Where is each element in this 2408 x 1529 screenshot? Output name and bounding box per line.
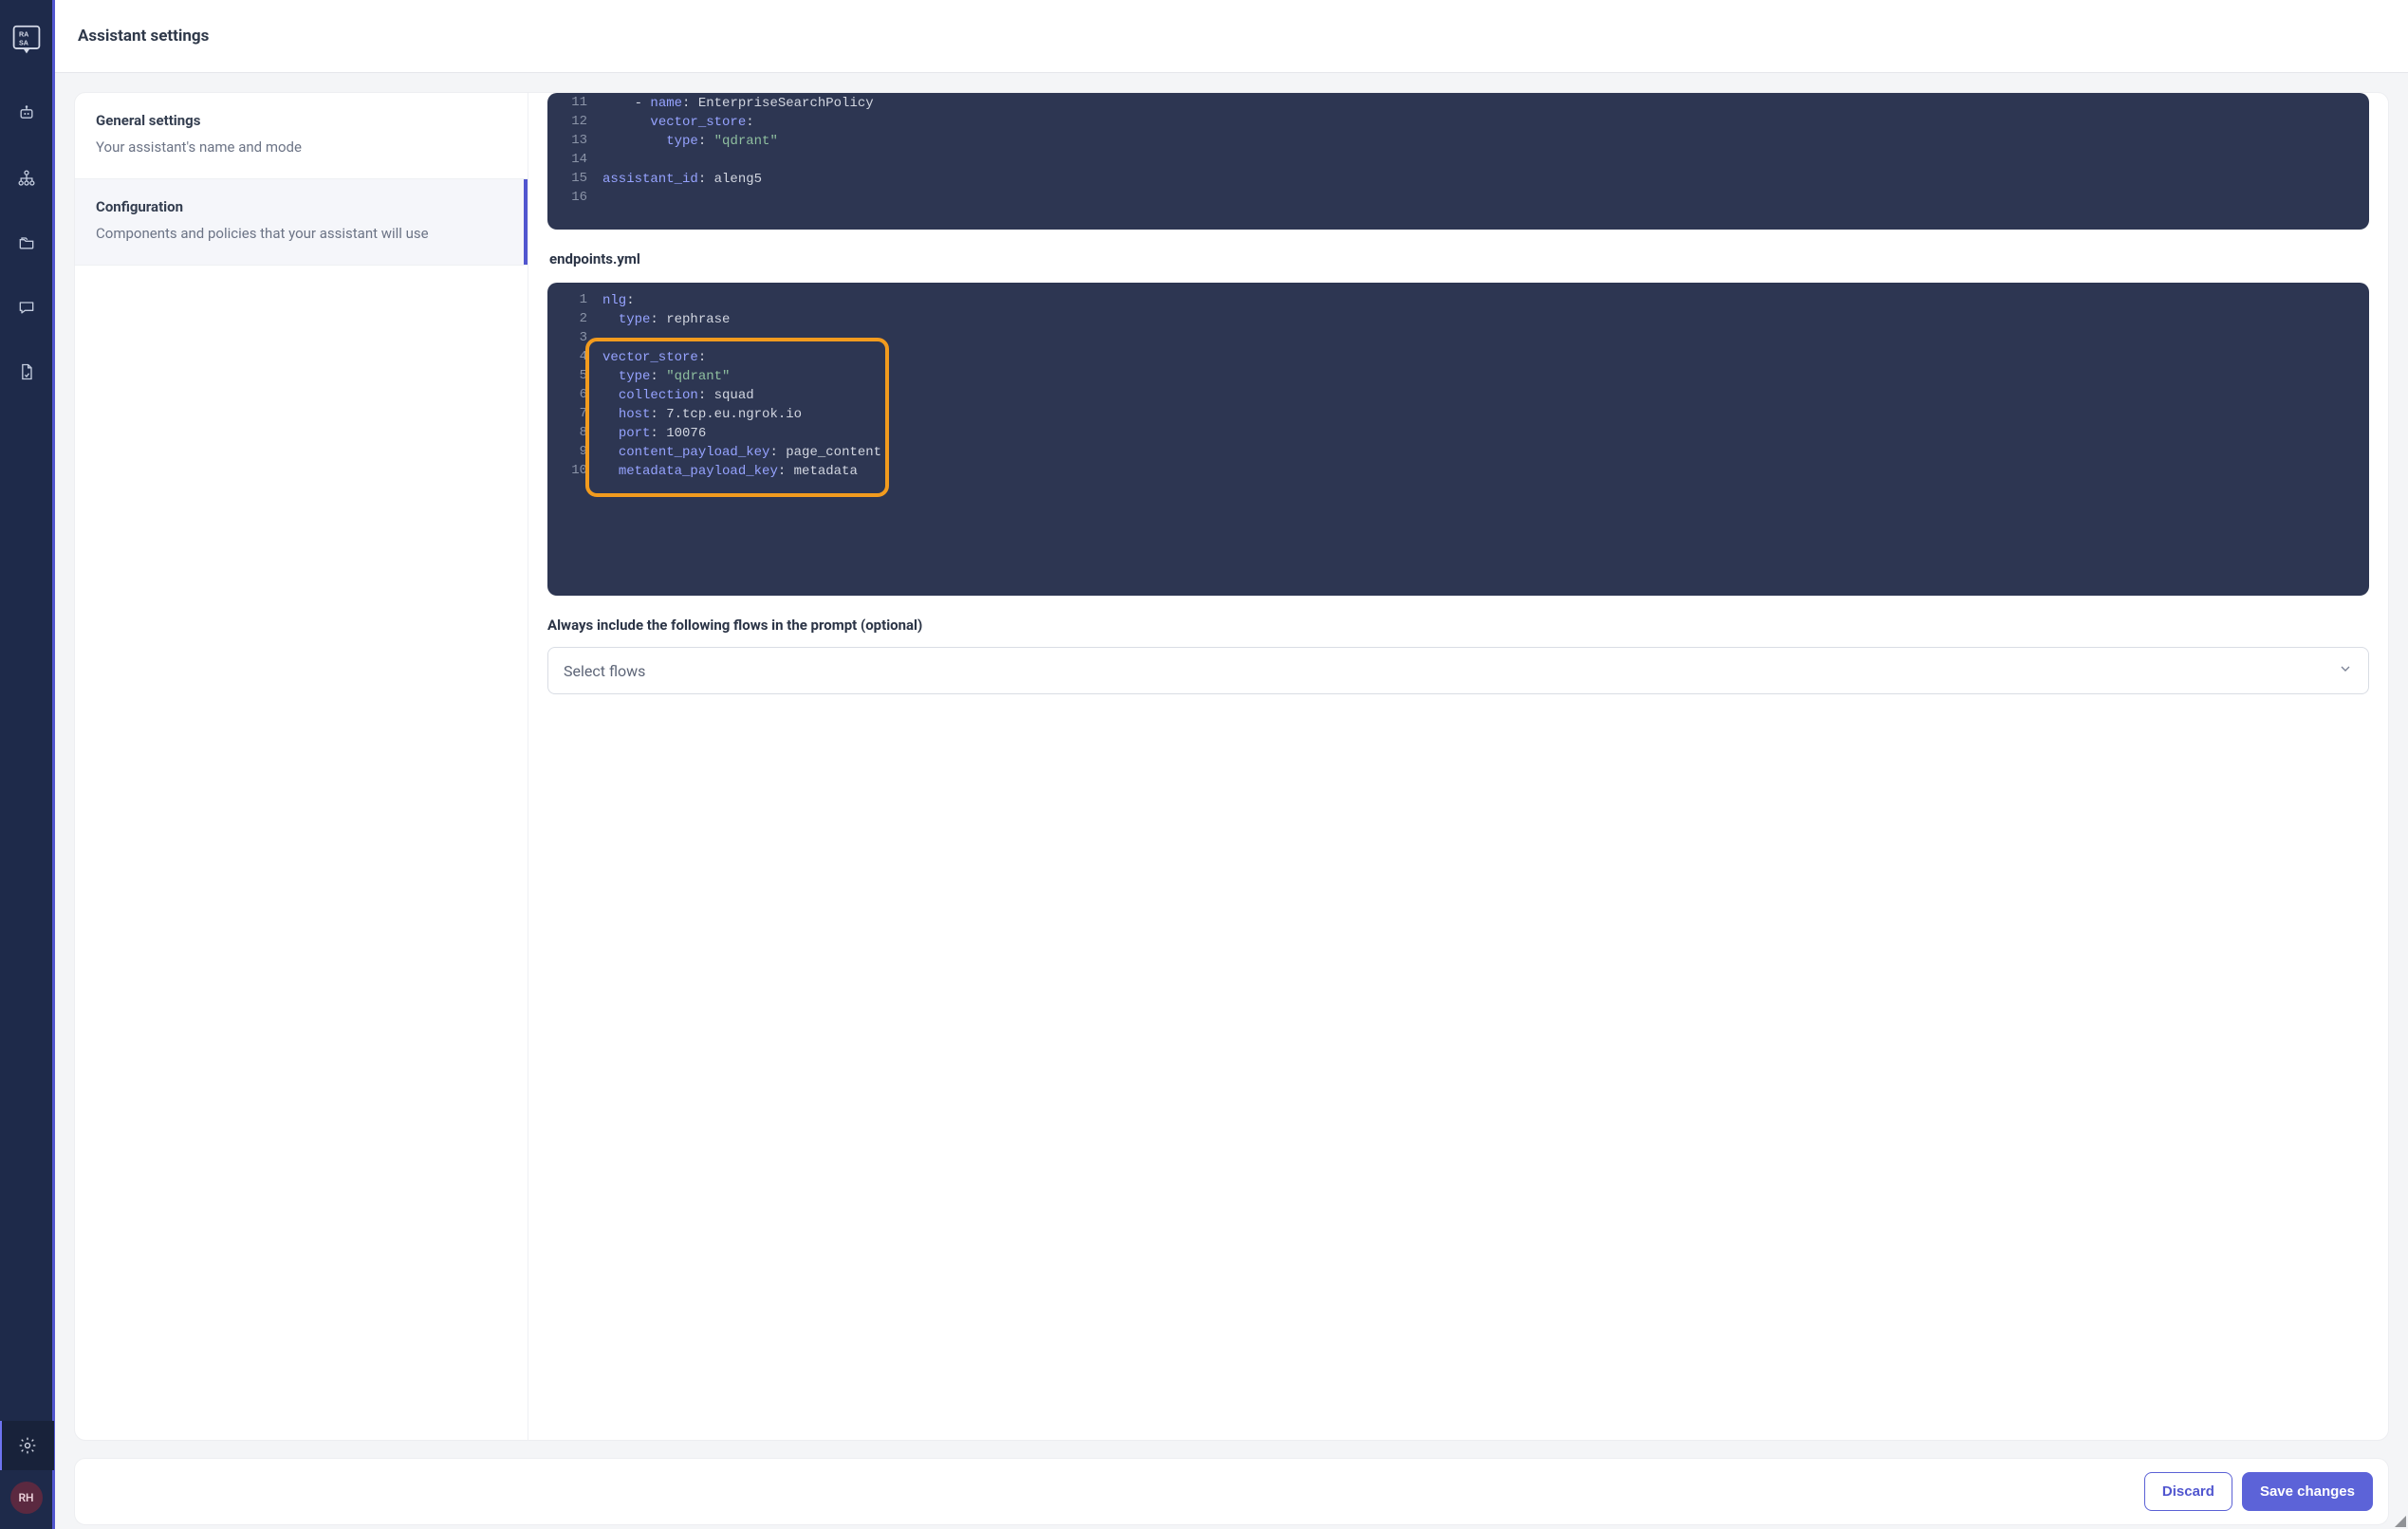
topbar: Assistant settings [55, 0, 2408, 73]
rasa-logo-icon: RA SA [10, 25, 43, 57]
section-configuration-subtitle: Components and policies that your assist… [96, 225, 507, 242]
nav-settings[interactable] [0, 1421, 54, 1470]
window-resize-handle[interactable] [2391, 1512, 2408, 1529]
robot-icon [17, 104, 36, 123]
svg-text:RA: RA [18, 31, 28, 39]
work-area: General settings Your assistant's name a… [55, 73, 2408, 1529]
flows-select[interactable]: Select flows [547, 647, 2369, 694]
endpoints-yml-editor[interactable]: 1nlg:2 type: rephrase34vector_store:5 ty… [547, 283, 2369, 596]
settings-sections: General settings Your assistant's name a… [75, 93, 528, 1440]
sitemap-icon [17, 169, 36, 188]
chat-icon [17, 298, 36, 317]
user-initials: RH [18, 1491, 33, 1504]
nav-documents[interactable] [8, 353, 46, 391]
nav-content[interactable] [8, 224, 46, 262]
user-avatar[interactable]: RH [10, 1482, 43, 1514]
folders-icon [17, 233, 36, 252]
footer-actions: Discard Save changes [74, 1458, 2389, 1525]
nav-flows[interactable] [8, 159, 46, 197]
nav-conversations[interactable] [8, 288, 46, 326]
chevron-down-icon [2338, 661, 2353, 680]
section-general[interactable]: General settings Your assistant's name a… [75, 93, 528, 179]
file-icon [17, 362, 36, 381]
section-configuration[interactable]: Configuration Components and policies th… [75, 179, 528, 266]
brand-logo: RA SA [10, 25, 43, 57]
flows-select-placeholder: Select flows [564, 662, 645, 680]
sidebar: RA SA RH [0, 0, 55, 1529]
endpoints-file-label: endpoints.yml [549, 250, 2367, 267]
discard-button[interactable]: Discard [2144, 1472, 2232, 1511]
settings-card: General settings Your assistant's name a… [74, 92, 2389, 1441]
save-button[interactable]: Save changes [2242, 1472, 2373, 1511]
page-title: Assistant settings [78, 27, 2385, 46]
svg-text:SA: SA [18, 39, 28, 46]
page: Assistant settings General settings Your… [55, 0, 2408, 1529]
include-flows-label: Always include the following flows in th… [547, 617, 2369, 634]
nav-assistant[interactable] [8, 95, 46, 133]
sidebar-nav [8, 95, 46, 391]
section-general-title: General settings [96, 112, 507, 129]
section-general-subtitle: Your assistant's name and mode [96, 138, 507, 156]
section-configuration-title: Configuration [96, 198, 507, 215]
gear-icon [18, 1436, 37, 1455]
configuration-panel: 11 - name: EnterpriseSearchPolicy12 vect… [528, 93, 2388, 1440]
config-yml-editor[interactable]: 11 - name: EnterpriseSearchPolicy12 vect… [547, 93, 2369, 230]
